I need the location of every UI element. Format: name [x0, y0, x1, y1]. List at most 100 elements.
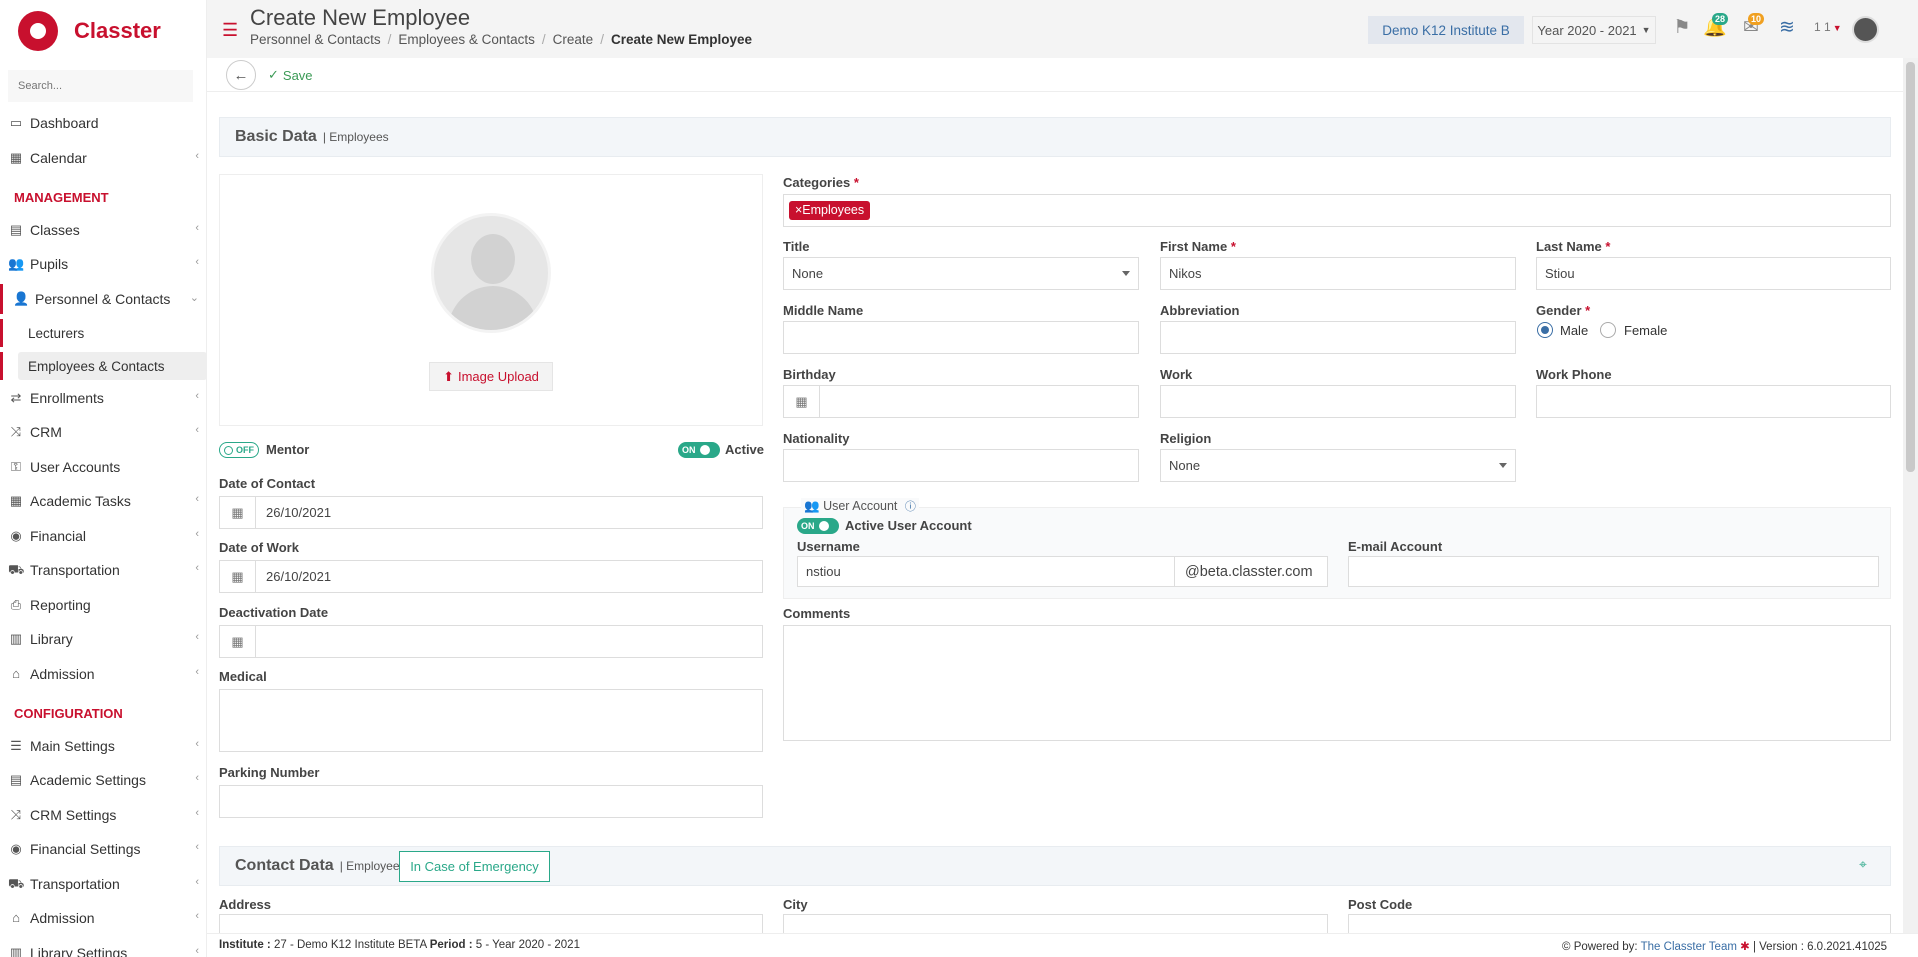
calendar-icon[interactable]: ▦	[220, 626, 256, 657]
comments-textarea[interactable]	[783, 625, 1891, 741]
chevron-left-icon: ‹	[195, 876, 199, 888]
title-select[interactable]: None	[783, 257, 1139, 290]
gender-label: Gender *	[1536, 303, 1591, 318]
nav-admission[interactable]: ⌂ Admission ‹	[0, 659, 206, 689]
nationality-label: Nationality	[783, 431, 850, 446]
work-phone-label: Work Phone	[1536, 367, 1612, 382]
gender-female-radio[interactable]	[1600, 322, 1616, 338]
image-upload-button[interactable]: ⬆ Image Upload	[429, 362, 553, 391]
active-user-account-toggle[interactable]: ON	[797, 518, 839, 534]
nationality-field[interactable]	[783, 449, 1139, 482]
hamburger-menu-icon[interactable]: ☰	[222, 20, 238, 41]
nav-financial-settings[interactable]: ◉ Financial Settings ‹	[0, 834, 206, 864]
active-toggle[interactable]: ON	[678, 442, 720, 458]
save-button[interactable]: ✓ Save	[268, 63, 313, 87]
calendar-icon[interactable]: ▦	[220, 561, 256, 592]
medical-textarea[interactable]	[219, 689, 763, 752]
religion-select[interactable]: None	[1160, 449, 1516, 482]
postcode-field[interactable]	[1348, 914, 1891, 934]
caret-down-icon: ▼	[1832, 23, 1842, 33]
nav-pupils[interactable]: 👥 Pupils ‹	[0, 249, 206, 279]
comments-label: Comments	[783, 606, 851, 621]
nav-academic-tasks[interactable]: ▦ Academic Tasks ‹	[0, 486, 206, 516]
deactivation-date-label: Deactivation Date	[219, 605, 329, 620]
user-account-legend: 👥 User Account ⓘ	[801, 498, 919, 514]
copyright-icon: ©	[1562, 941, 1571, 953]
birthday-field[interactable]: ▦	[783, 385, 1139, 418]
calendar-icon[interactable]: ▦	[784, 386, 820, 417]
nav-transportation[interactable]: ⛟ Transportation ‹	[0, 555, 206, 585]
avatar[interactable]	[1852, 16, 1879, 43]
nav-admission-settings[interactable]: ⌂ Admission ‹	[0, 903, 206, 933]
date-of-contact-field[interactable]: ▦ 26/10/2021	[219, 496, 763, 529]
map-marker-icon[interactable]: ⌖	[1859, 856, 1867, 873]
nav-calendar[interactable]: ▦ Calendar ‹	[0, 143, 206, 173]
mail-count-badge: 10	[1748, 13, 1765, 25]
institute-selector[interactable]: Demo K12 Institute B	[1368, 16, 1524, 44]
info-icon[interactable]: ⓘ	[905, 501, 916, 513]
breadcrumb-item[interactable]: Employees & Contacts	[398, 32, 535, 47]
sidebar-search-input[interactable]	[8, 70, 193, 102]
scrollbar-thumb[interactable]	[1906, 62, 1915, 472]
work-field[interactable]	[1160, 385, 1516, 418]
nav-financial[interactable]: ◉ Financial ‹	[0, 521, 206, 551]
categories-field[interactable]	[783, 194, 1891, 227]
nav-classes[interactable]: ▤ Classes ‹	[0, 215, 206, 245]
parking-number-field[interactable]	[219, 785, 763, 818]
postcode-label: Post Code	[1348, 897, 1413, 912]
mentor-toggle[interactable]: OFF	[219, 442, 259, 458]
abbreviation-field[interactable]	[1160, 321, 1516, 354]
deactivation-date-field[interactable]: ▦	[219, 625, 763, 658]
gender-male-radio[interactable]	[1537, 322, 1553, 338]
powered-link[interactable]: The Classter Team	[1641, 941, 1737, 953]
back-button[interactable]: ←	[226, 60, 256, 90]
breadcrumb-item[interactable]: Create	[553, 32, 594, 47]
nav-academic-settings[interactable]: ▤ Academic Settings ‹	[0, 765, 206, 795]
year-selector[interactable]: Year 2020 - 2021 ▼	[1532, 16, 1656, 44]
nav-enrollments[interactable]: ⇄ Enrollments ‹	[0, 383, 206, 413]
email-account-field[interactable]	[1348, 556, 1879, 587]
nav-crm-settings[interactable]: ⤨ CRM Settings ‹	[0, 800, 206, 830]
sub-item-employees-contacts[interactable]: Employees & Contacts	[18, 352, 206, 380]
city-field[interactable]	[783, 914, 1328, 934]
date-of-work-label: Date of Work	[219, 540, 299, 555]
nav-main-settings[interactable]: ☰ Main Settings ‹	[0, 731, 206, 761]
first-name-field[interactable]: Nikos	[1160, 257, 1516, 290]
app-logo[interactable]: Classter	[18, 10, 161, 52]
nav-crm[interactable]: ⤨ CRM ‹	[0, 417, 206, 447]
middle-name-field[interactable]	[783, 321, 1139, 354]
nav-library-settings[interactable]: ▥ Library Settings ‹	[0, 938, 206, 957]
user-menu-toggle[interactable]: 1 1 ▼	[1814, 20, 1842, 34]
nav-user-accounts[interactable]: ⚿ User Accounts	[0, 452, 206, 482]
chevron-left-icon: ‹	[195, 841, 199, 853]
arrow-left-icon: ←	[233, 66, 249, 84]
address-field[interactable]	[219, 914, 763, 934]
nav-personnel-contacts[interactable]: 👤 Personnel & Contacts ⌄	[0, 284, 206, 314]
chevron-left-icon: ‹	[195, 528, 199, 540]
nav-library[interactable]: ▥ Library ‹	[0, 624, 206, 654]
flag-icon[interactable]: ⚑	[1670, 16, 1694, 40]
breadcrumb-item[interactable]: Personnel & Contacts	[250, 32, 381, 47]
nav-reporting[interactable]: ⎙ Reporting	[0, 590, 206, 620]
chevron-left-icon: ‹	[195, 390, 199, 402]
classes-icon: ▤	[9, 222, 23, 237]
footer-info: Institute : 27 - Demo K12 Institute BETA…	[219, 939, 580, 951]
books-icon: ▥	[9, 631, 23, 646]
sub-item-lecturers[interactable]: Lecturers	[0, 319, 206, 347]
nav-transportation-settings[interactable]: ⛟ Transportation ‹	[0, 869, 206, 899]
date-of-work-field[interactable]: ▦ 26/10/2021	[219, 560, 763, 593]
chevron-left-icon: ‹	[195, 150, 199, 162]
last-name-field[interactable]: Stiou	[1536, 257, 1891, 290]
category-tag-employees[interactable]: ×Employees	[789, 201, 871, 220]
chevron-left-icon: ‹	[195, 493, 199, 505]
calendar-icon[interactable]: ▦	[220, 497, 256, 528]
avatar-placeholder-icon	[431, 213, 551, 333]
nav-dashboard[interactable]: ▭ Dashboard	[0, 108, 206, 138]
work-label: Work	[1160, 367, 1193, 382]
title-label: Title	[783, 239, 810, 254]
tab-in-case-of-emergency[interactable]: In Case of Emergency	[399, 851, 550, 882]
username-field[interactable]: nstiou	[797, 556, 1175, 587]
layers-icon[interactable]: ≋	[1775, 16, 1799, 40]
work-phone-field[interactable]	[1536, 385, 1891, 418]
printer-icon: ⎙	[10, 597, 22, 612]
